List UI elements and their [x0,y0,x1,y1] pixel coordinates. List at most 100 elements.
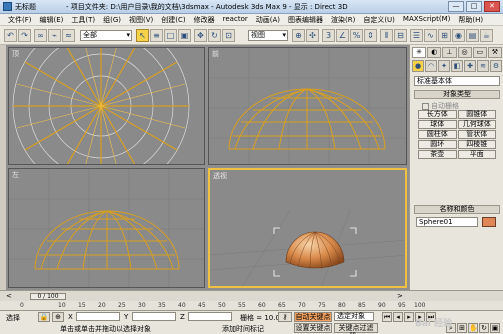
add-time-tag[interactable]: 添加时间标记 [222,324,264,334]
spacewarps-icon[interactable]: ≋ [477,60,489,72]
menu-customize[interactable]: 自定义(U) [359,14,399,25]
utilities-tab-icon[interactable]: ⚒ [487,47,503,58]
menu-create[interactable]: 创建(C) [157,14,189,25]
lights-icon[interactable]: ✦ [438,60,450,72]
cameras-icon[interactable]: ◧ [451,60,463,72]
minimize-button[interactable]: — [448,1,464,12]
maximize-viewport-icon[interactable]: ▣ [490,323,500,333]
helpers-icon[interactable]: ✚ [464,60,476,72]
auto-key-button[interactable]: 自动关键点 [294,312,332,322]
prev-frame-icon[interactable]: ◂ [393,312,403,322]
object-color-swatch[interactable] [482,217,496,227]
selection-filter-dropdown[interactable]: 全部 [80,30,132,41]
menu-modifiers[interactable]: 修改器 [190,14,219,25]
goto-start-icon[interactable]: ⏮ [382,312,392,322]
geometry-category-dropdown[interactable]: 标准基本体 [414,76,500,86]
select-manipulate-icon[interactable]: ✣ [306,29,319,42]
menu-edit[interactable]: 编辑(E) [36,14,68,25]
snaps-toggle-icon[interactable]: 3 [322,29,335,42]
viewport-left[interactable]: 左 [8,168,205,288]
track-bar[interactable]: 0 10 15 20 25 30 35 40 45 50 55 60 65 70… [0,301,503,311]
menu-group[interactable]: 组(G) [99,14,125,25]
menu-reactor[interactable]: reactor [219,14,252,25]
viewport-label-perspective[interactable]: 透视 [213,171,227,181]
cone-button[interactable]: 圆锥体 [457,110,496,119]
layer-manager-icon[interactable]: ☰ [410,29,423,42]
object-type-rollout[interactable]: 对象类型 [414,90,500,99]
redo-icon[interactable]: ↷ [18,29,31,42]
systems-icon[interactable]: ⚙ [490,60,502,72]
link-icon[interactable]: ∞ [34,29,47,42]
key-mode-dropdown[interactable]: 选定对象 [334,312,374,321]
orbit-icon[interactable]: ↻ [479,323,489,333]
shapes-icon[interactable]: ◠ [425,60,437,72]
undo-icon[interactable]: ↶ [4,29,17,42]
display-tab-icon[interactable]: ▭ [472,47,487,58]
zoom-all-icon[interactable]: ⊞ [457,323,467,333]
close-button[interactable]: ✕ [484,1,500,12]
render-setup-icon[interactable]: ▤ [466,29,479,42]
motion-tab-icon[interactable]: ◎ [457,47,472,58]
play-icon[interactable]: ▸ [404,312,414,322]
set-key-button[interactable]: 设置关键点 [294,323,332,333]
create-tab-icon[interactable]: ✳ [412,47,427,58]
select-move-icon[interactable]: ✥ [194,29,207,42]
bind-spacewarp-icon[interactable]: ≈ [62,29,75,42]
menu-help[interactable]: 帮助(H) [454,14,487,25]
align-icon[interactable]: ⊟ [394,29,407,42]
menu-file[interactable]: 文件(F) [4,14,36,25]
select-by-name-icon[interactable]: ≡ [150,29,163,42]
lock-selection-icon[interactable]: 🔒 [38,312,50,322]
modify-tab-icon[interactable]: ◐ [427,47,442,58]
tube-button[interactable]: 管状体 [457,130,496,139]
select-rotate-icon[interactable]: ↻ [208,29,221,42]
absolute-mode-icon[interactable]: ⊕ [52,312,64,322]
percent-snap-icon[interactable]: % [350,29,363,42]
pyramid-button[interactable]: 四棱锥 [457,140,496,149]
plane-button[interactable]: 平面 [457,150,496,159]
window-crossing-icon[interactable]: ▣ [178,29,191,42]
pan-icon[interactable]: ✋ [468,323,478,333]
menu-animation[interactable]: 动画(A) [252,14,284,25]
pivot-center-icon[interactable]: ⊕ [292,29,305,42]
viewport-perspective[interactable]: 透视 [208,168,407,288]
x-coord-field[interactable] [76,312,120,321]
menu-tools[interactable]: 工具(T) [67,14,99,25]
viewport-top[interactable]: 顶 [8,47,205,165]
spinner-snap-icon[interactable]: ⇕ [364,29,377,42]
mirror-icon[interactable]: ⫴ [380,29,393,42]
viewport-label-left[interactable]: 左 [12,170,19,180]
viewport-front[interactable]: 前 [208,47,407,165]
object-name-field[interactable]: Sphere01 [416,217,478,227]
box-button[interactable]: 长方体 [418,110,457,119]
curve-editor-icon[interactable]: ∿ [424,29,437,42]
menu-graph-editors[interactable]: 图表编辑器 [284,14,327,25]
reference-coordinate-dropdown[interactable]: 视图 [248,30,288,41]
teapot-button[interactable]: 茶壶 [418,150,457,159]
cylinder-button[interactable]: 圆柱体 [418,130,457,139]
geosphere-button[interactable]: 几何球体 [457,120,496,129]
select-scale-icon[interactable]: ⊡ [222,29,235,42]
z-coord-field[interactable] [188,312,232,321]
unlink-icon[interactable]: ⌁ [48,29,61,42]
menu-views[interactable]: 视图(V) [125,14,157,25]
key-icon[interactable]: ⚷ [278,312,292,322]
viewport-label-top[interactable]: 顶 [12,49,19,59]
viewport-label-front[interactable]: 前 [212,49,219,59]
y-coord-field[interactable] [132,312,176,321]
time-slider[interactable]: 0 / 100 [30,293,66,300]
quick-render-icon[interactable]: ☕ [480,29,493,42]
time-slider-right-icon[interactable]: > [397,292,403,300]
maximize-button[interactable]: □ [466,1,482,12]
time-slider-left-icon[interactable]: < [6,292,12,300]
hierarchy-tab-icon[interactable]: ⊥ [442,47,457,58]
name-color-rollout[interactable]: 名称和颜色 [414,205,500,214]
menu-maxscript[interactable]: MAXScript(M) [399,14,454,25]
menu-rendering[interactable]: 渲染(R) [327,14,359,25]
torus-button[interactable]: 圆环 [418,140,457,149]
key-filters-button[interactable]: 关键点过滤器... [334,323,378,334]
sphere-button[interactable]: 球体 [418,120,457,129]
material-editor-icon[interactable]: ◉ [452,29,465,42]
geometry-icon[interactable]: ● [412,60,424,72]
rectangular-selection-icon[interactable]: □ [164,29,177,42]
